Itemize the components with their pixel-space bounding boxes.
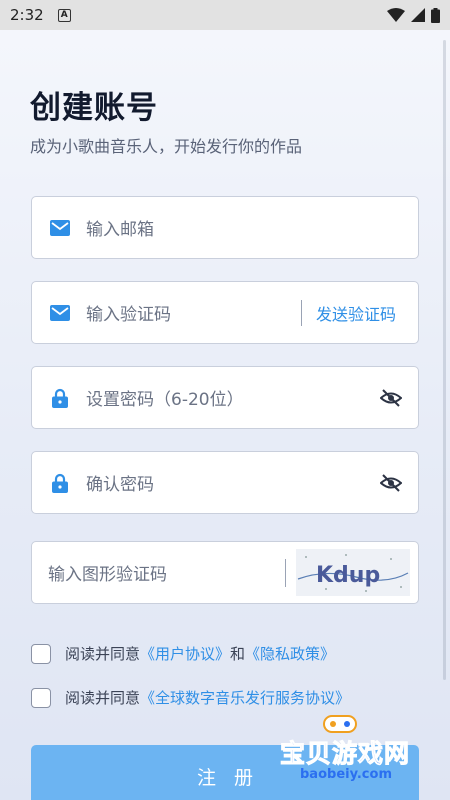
mail-icon <box>50 303 70 323</box>
captcha-image[interactable]: Kdup <box>296 549 410 596</box>
agree-and: 和 <box>230 645 246 663</box>
battery-icon <box>431 7 440 23</box>
signal-icon <box>411 8 425 22</box>
captcha-field[interactable]: 输入图形验证码 Kdup <box>31 541 419 604</box>
email-field[interactable]: 输入邮箱 <box>31 196 419 259</box>
lock-icon <box>50 473 70 493</box>
password-placeholder: 设置密码（6-20位） <box>86 390 244 410</box>
watermark-text: 宝贝游戏网 <box>279 739 411 769</box>
verification-code-field[interactable]: 输入验证码 发送验证码 <box>31 281 419 344</box>
distribution-agreement-link[interactable]: 《全球数字音乐发行服务协议》 <box>140 687 350 708</box>
confirm-password-field[interactable]: 确认密码 <box>31 451 419 514</box>
mail-icon <box>50 218 70 238</box>
agreement-row-terms: 阅读并同意 《用户协议》 和 《隐私政策》 <box>31 643 335 664</box>
page-subtitle: 成为小歌曲音乐人，开始发行你的作品 <box>30 137 303 156</box>
status-icons <box>387 7 440 23</box>
page-title: 创建账号 <box>30 90 158 126</box>
confirm-password-placeholder: 确认密码 <box>86 475 154 495</box>
agree-prefix: 阅读并同意 <box>65 645 141 663</box>
watermark-logo: 宝贝游戏网 baobeiy.com <box>279 712 420 790</box>
scrollbar[interactable] <box>443 40 446 680</box>
wifi-icon <box>387 8 405 22</box>
user-agreement-link[interactable]: 《用户协议》 <box>140 643 230 664</box>
captcha-placeholder: 输入图形验证码 <box>48 565 167 585</box>
privacy-policy-link[interactable]: 《隐私政策》 <box>245 643 335 664</box>
eye-off-icon[interactable] <box>379 472 403 494</box>
status-bar: 2:32 A <box>0 0 450 30</box>
email-placeholder: 输入邮箱 <box>86 220 154 240</box>
status-time: 2:32 <box>10 6 44 24</box>
verification-code-placeholder: 输入验证码 <box>86 305 171 325</box>
agreement-row-distribution: 阅读并同意 《全球数字音乐发行服务协议》 <box>31 687 350 708</box>
distribution-checkbox[interactable] <box>31 687 51 708</box>
agree-prefix: 阅读并同意 <box>65 689 141 707</box>
send-code-button[interactable]: 发送验证码 <box>300 299 396 326</box>
gamepad-icon <box>323 715 357 733</box>
notification-a-icon: A <box>57 8 71 22</box>
eye-off-icon[interactable] <box>379 387 403 409</box>
lock-icon <box>50 388 70 408</box>
captcha-divider <box>284 558 286 587</box>
terms-checkbox[interactable] <box>31 643 51 664</box>
watermark-domain: baobeiy.com <box>300 767 392 782</box>
captcha-text: Kdup <box>316 563 380 588</box>
password-field[interactable]: 设置密码（6-20位） <box>31 366 419 429</box>
